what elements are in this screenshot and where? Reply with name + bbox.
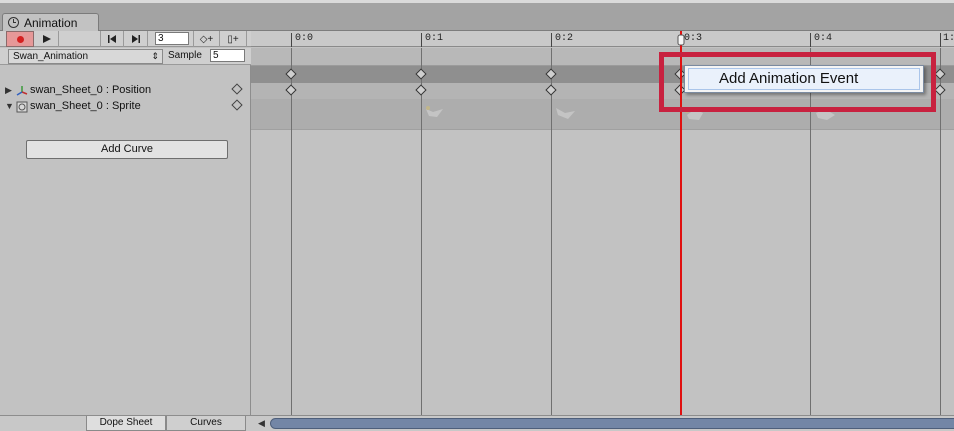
record-icon: [16, 35, 24, 43]
frame-gridline: [940, 48, 941, 415]
clip-row: Swan_Animation ⇕ Sample 5: [0, 48, 251, 65]
add-keyframe-button[interactable]: ◇+: [193, 31, 220, 47]
time-ruler[interactable]: 0:0 0:1 0:2 0:3 0:4 1:: [251, 31, 954, 47]
property-label: swan_Sheet_0 : Position: [30, 84, 152, 96]
sprite-thumbnail[interactable]: [423, 103, 449, 125]
property-label: swan_Sheet_0 : Sprite: [30, 100, 141, 112]
clip-dropdown[interactable]: Swan_Animation ⇕: [8, 49, 163, 64]
clip-name: Swan_Animation: [13, 51, 89, 62]
add-event-button[interactable]: ▯+: [220, 31, 247, 47]
next-key-icon: [131, 35, 140, 43]
property-row-sprite[interactable]: ▼ swan_Sheet_0 : Sprite: [0, 99, 251, 115]
ruler-tick-label: 0:2: [555, 33, 574, 44]
sprite-renderer-icon: [16, 101, 28, 113]
horizontal-scrollbar[interactable]: ◀: [251, 415, 954, 431]
ruler-tick: [551, 33, 552, 47]
ruler-tick: [421, 33, 422, 47]
ruler-tick-label: 0:0: [295, 33, 314, 44]
sample-rate-input[interactable]: 5: [210, 49, 245, 62]
window-tab-strip: Animation: [0, 0, 954, 32]
expand-arrow-icon[interactable]: ▶: [5, 85, 12, 96]
tab-curves[interactable]: Curves: [166, 416, 246, 431]
scroll-left-icon[interactable]: ◀: [258, 418, 265, 429]
property-row-position[interactable]: ▶ swan_Sheet_0 : Position: [0, 83, 251, 99]
ruler-tick: [810, 33, 811, 47]
frame-input[interactable]: 3: [155, 32, 189, 45]
context-menu: Add Animation Event: [684, 65, 924, 93]
tab-dope-sheet[interactable]: Dope Sheet: [86, 416, 166, 431]
add-animation-event-menu-item[interactable]: Add Animation Event: [688, 68, 920, 90]
playhead-handle-icon[interactable]: [675, 34, 687, 46]
ruler-tick: [940, 33, 941, 47]
prev-key-icon: [108, 35, 116, 43]
frame-gridline: [551, 48, 552, 415]
play-button[interactable]: [35, 31, 59, 47]
scroll-thumb[interactable]: [270, 418, 954, 429]
prev-key-button[interactable]: [100, 31, 124, 47]
add-event-icon: ▯+: [227, 33, 239, 45]
property-list: ▶ swan_Sheet_0 : Position ▼ swan_Sheet_0…: [0, 65, 251, 415]
tab-animation-label: Animation: [24, 16, 78, 30]
ruler-tick-label: 1:: [943, 33, 954, 44]
keyframe-diamond-icon[interactable]: [231, 83, 243, 95]
frame-gridline: [421, 48, 422, 415]
clock-icon: [8, 17, 19, 28]
ruler-tick: [291, 33, 292, 47]
top-border: [0, 0, 954, 3]
sample-label: Sample: [168, 50, 202, 61]
dropdown-arrow-icon: ⇕: [151, 51, 159, 61]
frame-gridline: [291, 48, 292, 415]
add-keyframe-icon: ◇+: [199, 33, 214, 45]
collapse-arrow-icon[interactable]: ▼: [5, 101, 14, 111]
transform-icon: [16, 86, 28, 96]
sprite-thumbnail[interactable]: [553, 103, 579, 125]
ruler-tick-label: 0:4: [814, 33, 833, 44]
add-curve-button[interactable]: Add Curve: [26, 140, 228, 159]
play-icon: [42, 35, 51, 43]
next-key-button[interactable]: [124, 31, 148, 47]
record-button[interactable]: [6, 31, 34, 47]
tab-animation[interactable]: Animation: [2, 13, 99, 32]
animation-toolbar: 3 ◇+ ▯+: [0, 31, 251, 47]
keyframe-diamond-icon[interactable]: [231, 99, 243, 111]
view-tabs: Dope Sheet Curves: [0, 415, 251, 431]
ruler-tick-label: 0:1: [425, 33, 444, 44]
